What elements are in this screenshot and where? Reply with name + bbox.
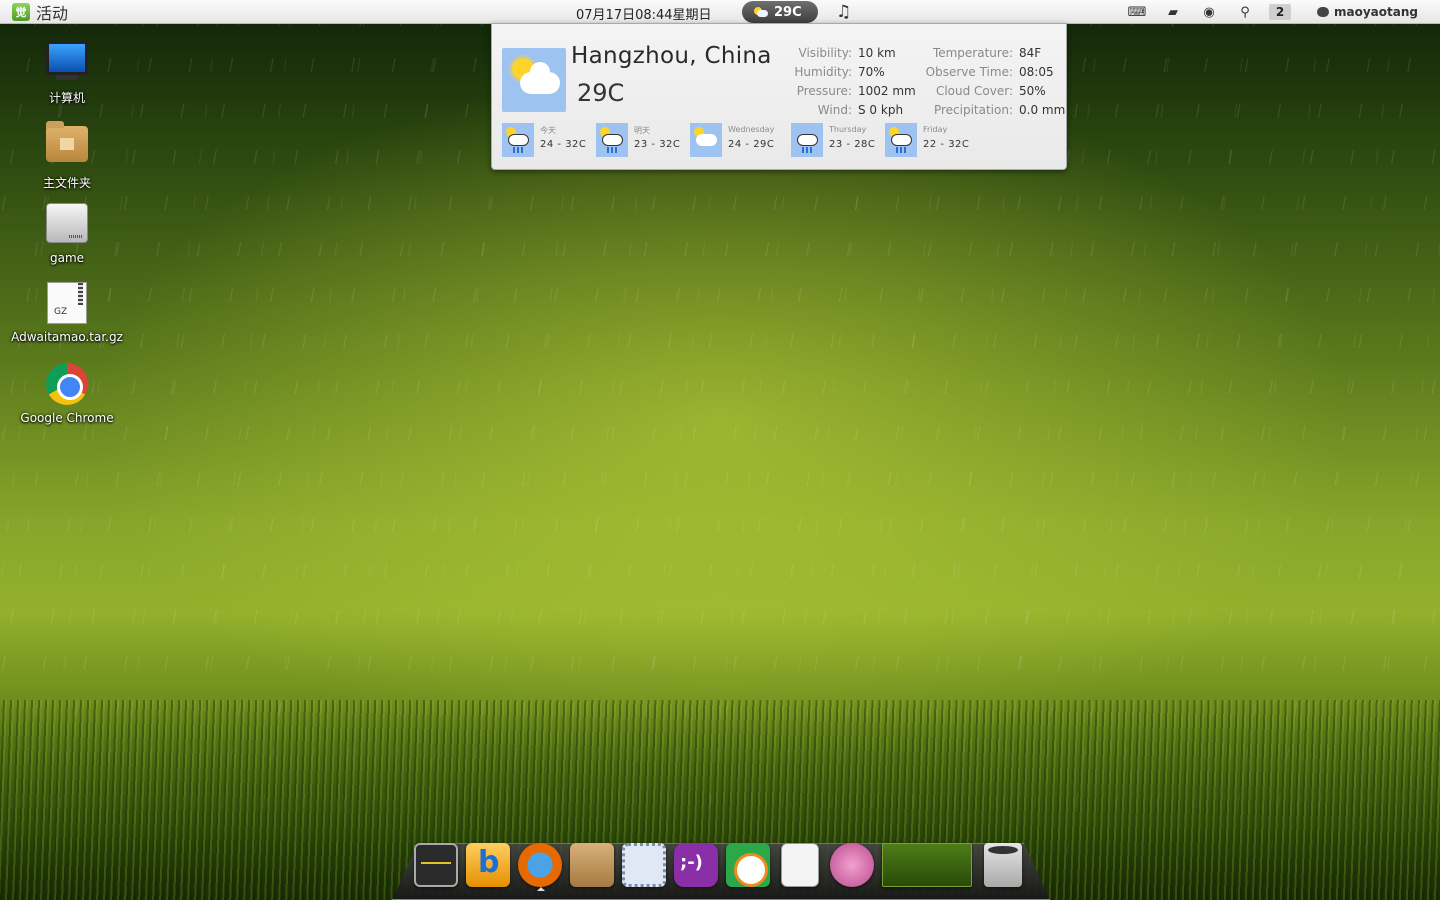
weather-indicator-temp: 29C [774,4,802,20]
weather-detail-row: Cloud Cover: 50% [922,82,1065,101]
activities-label: 活动 [36,4,69,23]
weather-details-left: Visibility: 10 km Humidity: 70% Pressure: 1… [790,44,916,120]
workspace-switcher[interactable] [882,843,972,887]
partly-cloudy-icon [502,48,566,112]
firefox-icon[interactable] [518,843,562,887]
weather-details-right: Temperature: 84F Observe Time: 08:05 Cloud… [922,44,1066,120]
detail-value: S 0 kph [858,103,904,117]
detail-value: 70% [858,65,885,79]
forecast-range: 22 - 32C [923,139,970,150]
music-note-icon[interactable]: ♫ [836,2,851,22]
detail-value: 84F [1019,46,1042,60]
forecast-day-name: Thursday [829,125,867,134]
forecast-day: 明天 23 - 32C [596,123,690,157]
detail-key: Wind: [817,103,852,117]
music-player-icon[interactable] [830,843,874,887]
desktop-icon-label: Google Chrome [20,411,114,425]
sun-rain-cloud-icon [885,123,917,157]
bing-icon[interactable] [466,843,510,887]
detail-value: 50% [1019,84,1046,98]
activities-button[interactable]: 觉 活动 [12,1,68,23]
weather-detail-row: Humidity: 70% [790,63,916,82]
trash-icon[interactable] [984,843,1022,887]
computer-icon [45,41,89,85]
weather-city: Hangzhou, China [571,43,772,69]
running-indicator [537,887,545,891]
desktop-icon-computer[interactable]: 计算机 [10,39,124,106]
desktop-icon-label: Adwaitamao.tar.gz [11,330,123,344]
weather-detail-row: Temperature: 84F [922,44,1065,63]
forecast-range: 24 - 32C [540,139,587,150]
forecast-day: 今天 24 - 32C [502,123,596,157]
workspace-number[interactable]: 2 [1269,4,1292,20]
forecast-day-name: Friday [923,125,948,134]
user-menu[interactable]: maoyaotang [1317,5,1418,19]
sun-rain-cloud-icon [596,123,628,157]
qq-icon[interactable] [726,843,770,887]
detail-key: Temperature: [932,46,1013,60]
desktop-icon-game[interactable]: game [10,201,124,265]
network-icon[interactable]: ⚲ [1227,5,1263,20]
detail-key: Pressure: [796,84,852,98]
stamp-icon[interactable] [622,843,666,887]
chat-status-icon [1317,7,1330,17]
detail-key: Visibility: [798,46,852,60]
detail-value: 1002 mm [858,84,916,98]
weather-detail-row: Observe Time: 08:05 [922,63,1065,82]
forecast-day-name: 明天 [634,126,650,135]
weather-popup: Hangzhou, China 29C Visibility: 10 km Hum… [491,23,1067,170]
forecast-day-name: Wednesday [728,125,775,134]
detail-key: Observe Time: [925,65,1013,79]
chat-icon[interactable] [674,843,718,887]
weather-detail-row: Visibility: 10 km [790,44,916,63]
desktop-icon-label: game [49,251,85,265]
desktop-icon-chrome[interactable]: Google Chrome [10,362,124,425]
home-folder-icon [45,121,89,170]
detail-value: 08:05 [1019,65,1054,79]
weather-indicator[interactable]: 29C [742,1,818,23]
detail-value: 0.0 mm [1019,103,1066,117]
top-panel: 觉 活动 07月17日08:44星期日 29C ♫ ⌨ ▰ ◉ ⚲ 2 maoy… [0,0,1440,24]
keyboard-icon[interactable]: ⌨ [1119,5,1155,20]
detail-value: 10 km [858,46,896,60]
document-icon[interactable] [781,843,819,887]
forecast-day-name: 今天 [540,126,556,135]
archive-badge: GZ [54,307,68,317]
clock[interactable]: 07月17日08:44星期日 [576,4,712,23]
forecast-range: 23 - 32C [634,139,681,150]
weather-detail-row: Pressure: 1002 mm [790,82,916,101]
weather-detail-row: Precipitation: 0.0 mm [922,101,1065,120]
archive-icon: GZ [45,282,89,326]
forecast-range: 24 - 29C [728,139,775,150]
system-monitor-icon[interactable] [414,843,458,887]
weather-forecast: 今天 24 - 32C 明天 23 - 32C Wednesday 24 - 29C … [502,123,979,157]
rain-cloud-icon [791,123,823,157]
folder-icon[interactable]: ▰ [1155,5,1191,20]
chrome-icon [45,363,89,407]
partly-cloudy-icon [754,6,768,18]
detail-key: Precipitation: [933,103,1013,117]
record-icon[interactable]: ◉ [1191,5,1227,20]
partly-cloudy-icon [690,123,722,157]
forecast-day: Thursday 23 - 28C [791,123,885,157]
forecast-day: Wednesday 24 - 29C [690,123,791,157]
drive-icon [45,203,89,247]
detail-key: Humidity: [794,65,852,79]
desktop-icon-label: 主文件夹 [42,176,91,190]
weather-current-temp: 29C [577,79,625,107]
detail-key: Cloud Cover: [935,84,1013,98]
desktop-icon-archive[interactable]: GZ Adwaitamao.tar.gz [10,281,124,344]
distro-logo-icon: 觉 [12,3,30,21]
username: maoyaotang [1334,5,1418,19]
weather-detail-row: Wind: S 0 kph [790,101,916,120]
system-tray: ⌨ ▰ ◉ ⚲ 2 maoyaotang [1119,0,1440,24]
desktop-icon-home[interactable]: 主文件夹 [10,120,124,191]
forecast-day: Friday 22 - 32C [885,123,979,157]
package-icon[interactable] [570,843,614,887]
forecast-range: 23 - 28C [829,139,876,150]
desktop-icon-label: 计算机 [48,91,85,105]
sun-rain-cloud-icon [502,123,534,157]
dock-items [414,843,1022,887]
